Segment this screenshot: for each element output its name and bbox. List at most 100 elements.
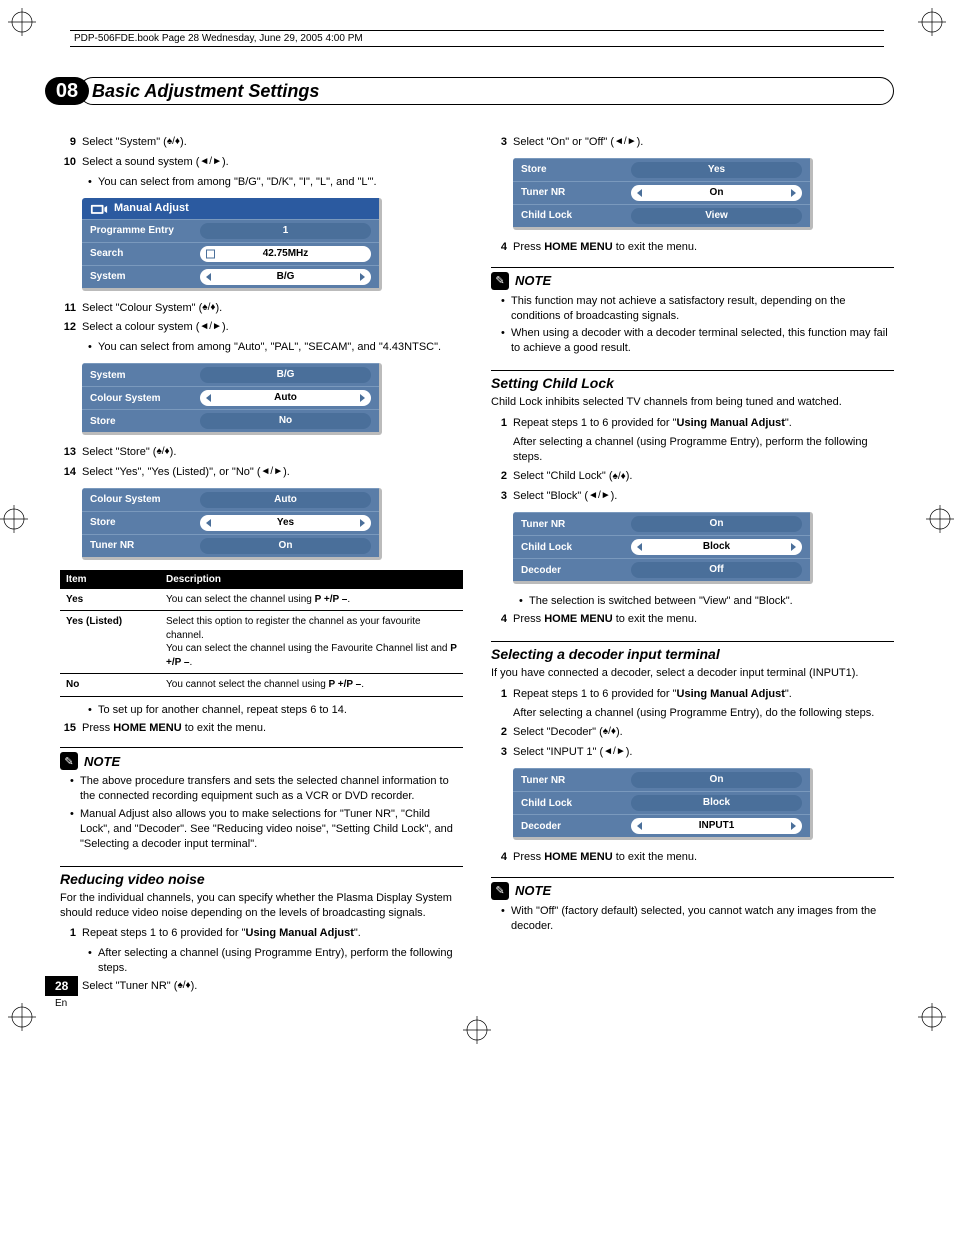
osd-label: System	[90, 271, 200, 282]
osd-label: Tuner NR	[90, 540, 200, 551]
step-text: Select "Tuner NR" (♠/♦).	[82, 979, 463, 994]
note-text: This function may not achieve a satisfac…	[511, 294, 894, 324]
step-text: Select "INPUT 1" (◄/►).	[513, 745, 894, 760]
osd-panel: SystemB/G Colour SystemAuto StoreNo	[82, 363, 382, 435]
step-number: 3	[491, 135, 513, 150]
osd-label: Store	[90, 416, 200, 427]
up-down-arrows-icon: ♠/♦	[202, 303, 215, 313]
osd-label: Colour System	[90, 494, 200, 505]
up-down-arrows-icon: ♠/♦	[167, 137, 180, 147]
up-down-arrows-icon: ♠/♦	[156, 447, 169, 457]
step-number: 15	[60, 721, 82, 736]
step-number: 2	[491, 469, 513, 484]
left-right-arrows-icon: ◄/►	[614, 137, 637, 147]
osd-value: Auto	[200, 390, 371, 406]
step-text: Press HOME MENU to exit the menu.	[82, 721, 463, 736]
step-number: 3	[491, 745, 513, 760]
step-number: 11	[60, 301, 82, 316]
osd-value: 42.75MHz	[200, 246, 371, 262]
triangle-right-icon	[791, 543, 796, 551]
step-number: 10	[60, 155, 82, 170]
step-text: Select a colour system (◄/►).	[82, 320, 463, 335]
osd-value: View	[631, 208, 802, 224]
triangle-right-icon	[360, 519, 365, 527]
left-right-arrows-icon: ◄/►	[588, 491, 611, 501]
table-header: Item	[60, 570, 160, 589]
tv-icon	[90, 202, 108, 215]
step-number: 4	[491, 240, 513, 255]
step-number: 9	[60, 135, 82, 150]
step-text: Select "Yes", "Yes (Listed)", or "No" (◄…	[82, 465, 463, 480]
osd-value: B/G	[200, 269, 371, 285]
osd-label: Colour System	[90, 393, 200, 404]
bullet-icon: •	[501, 294, 511, 324]
section-title: Selecting a decoder input terminal	[491, 641, 894, 662]
bullet-text: After selecting a channel (using Program…	[98, 946, 463, 976]
step-text: Press HOME MENU to exit the menu.	[513, 612, 894, 627]
bullet-text: You can select from among "B/G", "D/K", …	[98, 175, 463, 190]
triangle-left-icon	[206, 273, 211, 281]
section-intro: If you have connected a decoder, select …	[491, 666, 894, 681]
step-number: 4	[491, 850, 513, 865]
triangle-right-icon	[360, 273, 365, 281]
table-row: YesYou can select the channel using P +/…	[60, 589, 463, 611]
osd-value: On	[631, 516, 802, 532]
osd-label: Child Lock	[521, 210, 631, 221]
note-icon: ✎	[491, 272, 509, 290]
bullet-icon: •	[88, 175, 98, 190]
triangle-left-icon	[637, 822, 642, 830]
triangle-left-icon	[637, 543, 642, 551]
osd-value: Block	[631, 539, 802, 555]
note-icon: ✎	[491, 882, 509, 900]
section-title: Setting Child Lock	[491, 370, 894, 391]
osd-label: Tuner NR	[521, 187, 631, 198]
note-icon: ✎	[60, 752, 78, 770]
table-header: Description	[160, 570, 463, 589]
osd-label: Decoder	[521, 565, 631, 576]
step-text: Select a sound system (◄/►).	[82, 155, 463, 170]
osd-label: Tuner NR	[521, 519, 631, 530]
note-text: Manual Adjust also allows you to make se…	[80, 807, 463, 852]
book-meta-line: PDP-506FDE.book Page 28 Wednesday, June …	[70, 30, 884, 47]
osd-label: Store	[521, 164, 631, 175]
step-text: Select "On" or "Off" (◄/►).	[513, 135, 894, 150]
osd-panel: StoreYes Tuner NROn Child LockView	[513, 158, 813, 230]
osd-label: Decoder	[521, 821, 631, 832]
osd-label: Programme Entry	[90, 225, 200, 236]
page-number: 28	[45, 976, 78, 996]
osd-title: Manual Adjust	[114, 202, 189, 214]
bullet-icon: •	[501, 326, 511, 356]
step-text: Select "Decoder" (♠/♦).	[513, 725, 894, 740]
osd-value: B/G	[200, 367, 371, 383]
step-text: Select "Store" (♠/♦).	[82, 445, 463, 460]
note-title: NOTE	[515, 883, 551, 898]
step-number: 13	[60, 445, 82, 460]
left-right-arrows-icon: ◄/►	[603, 747, 626, 757]
osd-value: On	[200, 538, 371, 554]
step-text: Press HOME MENU to exit the menu.	[513, 850, 894, 865]
step-text: Select "Block" (◄/►).	[513, 489, 894, 504]
step-number: 1	[491, 416, 513, 465]
bullet-text: To set up for another channel, repeat st…	[98, 703, 463, 718]
osd-value: Auto	[200, 492, 371, 508]
osd-value: Off	[631, 562, 802, 578]
step-number: 4	[491, 612, 513, 627]
bullet-text: You can select from among "Auto", "PAL",…	[98, 340, 463, 355]
step-text: Select "Child Lock" (♠/♦).	[513, 469, 894, 484]
up-down-arrows-icon: ♠/♦	[177, 981, 190, 991]
osd-label: Tuner NR	[521, 775, 631, 786]
right-column: 3Select "On" or "Off" (◄/►). StoreYes Tu…	[491, 135, 894, 999]
bullet-icon: •	[501, 904, 511, 934]
osd-value: Yes	[200, 515, 371, 531]
note-title: NOTE	[515, 273, 551, 288]
chapter-header: 08 Basic Adjustment Settings	[45, 77, 894, 105]
triangle-right-icon	[791, 189, 796, 197]
osd-value: On	[631, 772, 802, 788]
bullet-icon: •	[88, 703, 98, 718]
step-text: Repeat steps 1 to 6 provided for "Using …	[513, 687, 894, 721]
osd-label: Child Lock	[521, 798, 631, 809]
triangle-left-icon	[206, 519, 211, 527]
note-text: The above procedure transfers and sets t…	[80, 774, 463, 804]
step-number: 12	[60, 320, 82, 335]
section-intro: Child Lock inhibits selected TV channels…	[491, 395, 894, 410]
